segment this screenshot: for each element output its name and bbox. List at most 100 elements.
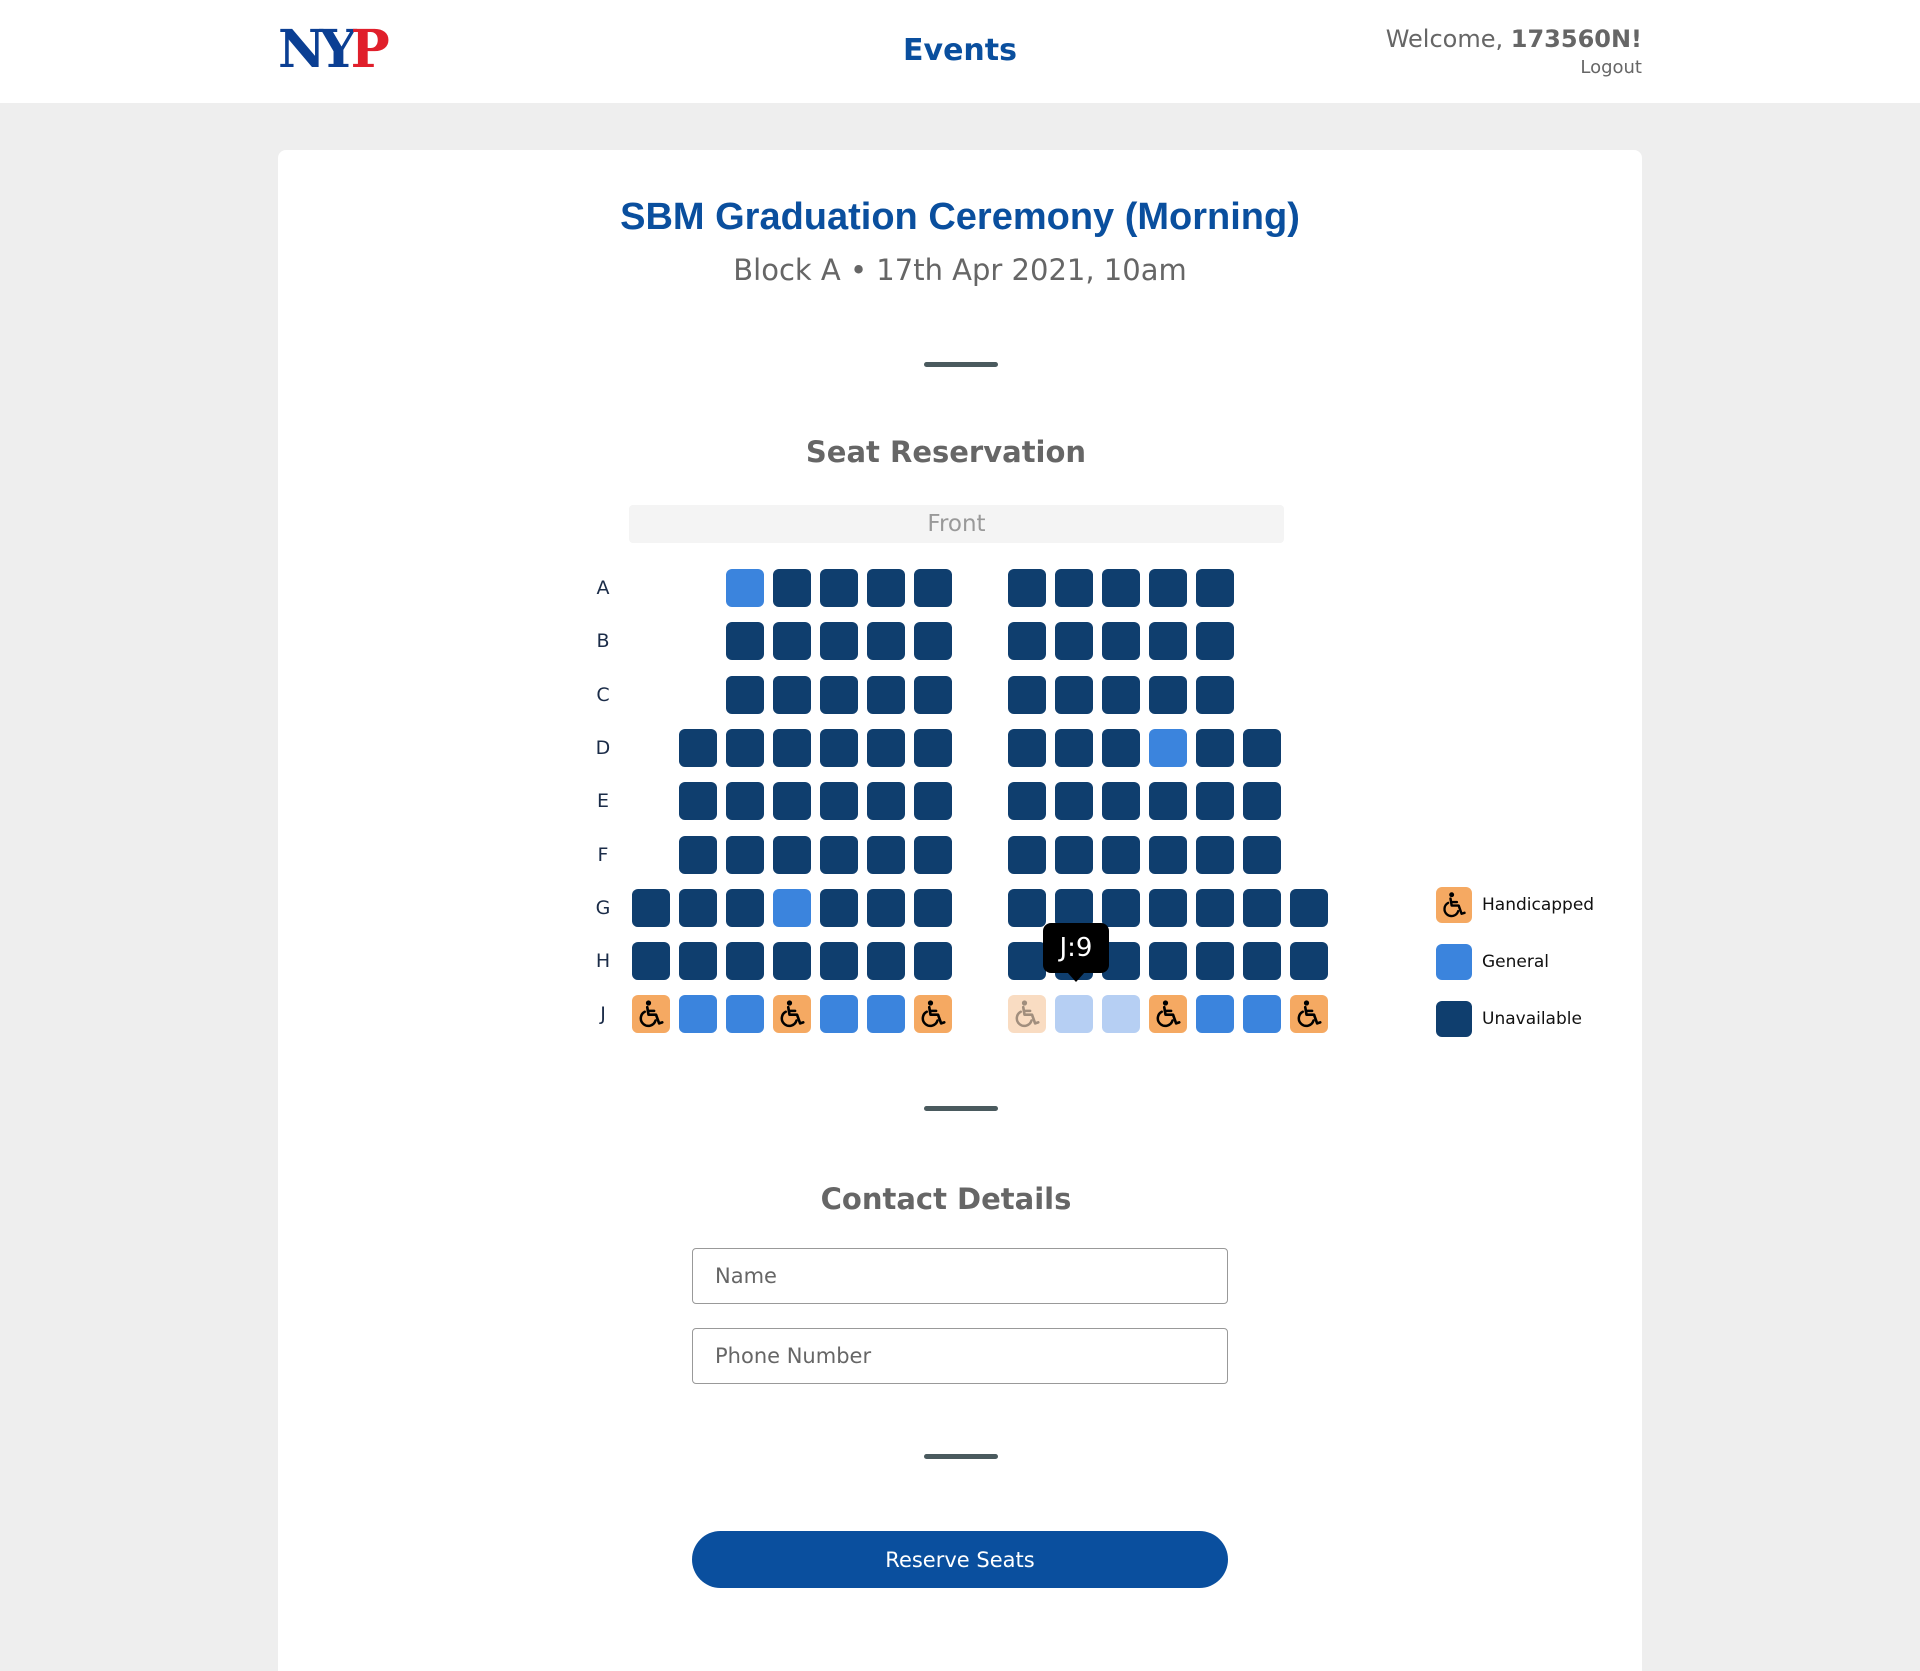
seat-e-right-1 <box>1008 782 1046 820</box>
seat-a-left-5 <box>820 569 858 607</box>
welcome-prefix: Welcome, <box>1385 25 1511 53</box>
seat-e-left-7 <box>914 782 952 820</box>
seat-a-left-6 <box>867 569 905 607</box>
seat-tooltip: J:9 <box>1043 923 1109 973</box>
seat-c-left-5 <box>820 676 858 714</box>
legend-label: General <box>1482 952 1549 972</box>
seat-c-right-5 <box>1196 676 1234 714</box>
reservation-card: SBM Graduation Ceremony (Morning) Block … <box>278 150 1642 1671</box>
row-label-b: B <box>596 630 610 652</box>
username: 173560N! <box>1510 25 1642 53</box>
seat-h-right-4 <box>1149 942 1187 980</box>
seat-a-right-2 <box>1055 569 1093 607</box>
seat-b-right-1 <box>1008 622 1046 660</box>
seat-d-left-7 <box>914 729 952 767</box>
seat-d-left-2 <box>679 729 717 767</box>
seat-b-right-3 <box>1102 622 1140 660</box>
seat-e-right-3 <box>1102 782 1140 820</box>
seat-a-right-3 <box>1102 569 1140 607</box>
seat-c-right-3 <box>1102 676 1140 714</box>
seat-g-left-5 <box>820 889 858 927</box>
seat-h-left-4 <box>773 942 811 980</box>
seat-g-right-5 <box>1196 889 1234 927</box>
seat-h-left-1 <box>632 942 670 980</box>
wheelchair-icon <box>1443 892 1466 918</box>
wheelchair-icon <box>1156 1000 1181 1028</box>
seat-h-right-1 <box>1008 942 1046 980</box>
seat-g-right-7 <box>1290 889 1328 927</box>
seat-d-right-1 <box>1008 729 1046 767</box>
seat-a-left-3[interactable] <box>726 569 764 607</box>
seat-f-left-7 <box>914 836 952 874</box>
seat-j-left-5[interactable] <box>820 995 858 1033</box>
seat-h-left-5 <box>820 942 858 980</box>
seat-j-right-5[interactable] <box>1196 995 1234 1033</box>
seat-c-left-6 <box>867 676 905 714</box>
seat-d-left-6 <box>867 729 905 767</box>
seat-h-right-7 <box>1290 942 1328 980</box>
seat-j-left-7[interactable] <box>914 995 952 1033</box>
seat-d-right-4[interactable] <box>1149 729 1187 767</box>
seat-e-right-5 <box>1196 782 1234 820</box>
seat-b-right-2 <box>1055 622 1093 660</box>
row-label-d: D <box>595 737 611 759</box>
seat-h-right-5 <box>1196 942 1234 980</box>
seat-a-left-4 <box>773 569 811 607</box>
seat-j-left-3[interactable] <box>726 995 764 1033</box>
name-input[interactable] <box>692 1248 1228 1304</box>
seat-e-left-4 <box>773 782 811 820</box>
seat-g-right-2 <box>1055 889 1093 927</box>
top-navigation-bar: NYP Events Welcome, 173560N! Logout <box>0 0 1920 103</box>
logout-link[interactable]: Logout <box>1580 56 1642 80</box>
section-divider <box>924 1106 998 1111</box>
seat-g-left-4[interactable] <box>773 889 811 927</box>
seat-f-left-3 <box>726 836 764 874</box>
seat-g-right-3 <box>1102 889 1140 927</box>
seat-j-left-4[interactable] <box>773 995 811 1033</box>
wheelchair-icon <box>780 1000 805 1028</box>
row-label-a: A <box>596 577 610 599</box>
seat-b-left-5 <box>820 622 858 660</box>
seat-j-right-2[interactable] <box>1055 995 1093 1033</box>
seat-g-left-3 <box>726 889 764 927</box>
seat-j-right-6[interactable] <box>1243 995 1281 1033</box>
legend-swatch-handicapped <box>1436 887 1472 923</box>
legend-label: Unavailable <box>1482 1009 1582 1029</box>
reserve-seats-button[interactable]: Reserve Seats <box>692 1531 1228 1588</box>
seat-c-right-2 <box>1055 676 1093 714</box>
seat-g-right-6 <box>1243 889 1281 927</box>
seat-d-left-3 <box>726 729 764 767</box>
seat-a-right-4 <box>1149 569 1187 607</box>
phone-number-input[interactable] <box>692 1328 1228 1384</box>
row-label-j: J <box>600 1003 606 1025</box>
row-label-h: H <box>595 950 611 972</box>
seat-f-right-6 <box>1243 836 1281 874</box>
seat-g-right-1 <box>1008 889 1046 927</box>
legend-swatch-unavailable <box>1436 1001 1472 1037</box>
seat-j-right-1[interactable] <box>1008 995 1046 1033</box>
seat-j-left-2[interactable] <box>679 995 717 1033</box>
seat-a-right-5 <box>1196 569 1234 607</box>
seat-g-left-7 <box>914 889 952 927</box>
seat-a-right-1 <box>1008 569 1046 607</box>
legend-label: Handicapped <box>1482 895 1595 915</box>
seat-h-left-3 <box>726 942 764 980</box>
seat-j-left-6[interactable] <box>867 995 905 1033</box>
wheelchair-icon <box>921 1000 946 1028</box>
seat-d-left-4 <box>773 729 811 767</box>
seat-c-left-4 <box>773 676 811 714</box>
seat-d-left-5 <box>820 729 858 767</box>
seat-c-right-1 <box>1008 676 1046 714</box>
seat-j-left-1[interactable] <box>632 995 670 1033</box>
seat-d-right-6 <box>1243 729 1281 767</box>
seat-f-right-3 <box>1102 836 1140 874</box>
seat-j-right-4[interactable] <box>1149 995 1187 1033</box>
seat-c-left-3 <box>726 676 764 714</box>
seat-j-right-7[interactable] <box>1290 995 1328 1033</box>
seat-e-left-2 <box>679 782 717 820</box>
seat-f-right-2 <box>1055 836 1093 874</box>
row-label-c: C <box>596 684 610 706</box>
seat-j-right-3[interactable] <box>1102 995 1140 1033</box>
seat-e-right-2 <box>1055 782 1093 820</box>
seat-f-left-4 <box>773 836 811 874</box>
